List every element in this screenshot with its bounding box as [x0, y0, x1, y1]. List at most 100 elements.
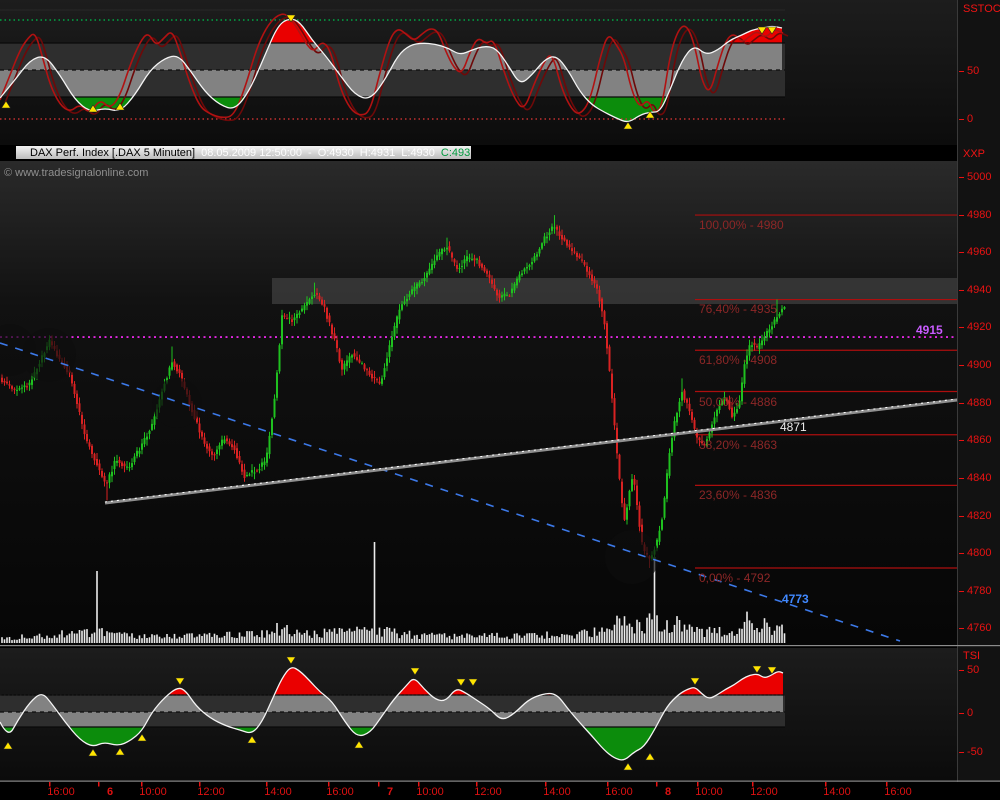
candle [461, 266, 463, 267]
candle [499, 293, 501, 297]
trading-app-window: DAX Perf. Index [.DAX 5 Minuten] 08.05.2… [0, 0, 1000, 800]
volume-bar [206, 634, 208, 643]
candle [154, 416, 156, 425]
candle [121, 463, 123, 467]
volume-bar [779, 626, 781, 643]
volume-bar [204, 634, 206, 644]
candle [779, 314, 781, 317]
candle [316, 293, 318, 295]
chart-canvas[interactable] [0, 0, 1000, 800]
volume-bar [111, 633, 113, 644]
candle [251, 470, 253, 472]
candle [489, 275, 491, 278]
volume-bar [369, 631, 371, 643]
volume-bar [286, 625, 288, 643]
candle [271, 419, 273, 435]
candle [446, 248, 448, 250]
candle [531, 262, 533, 264]
candle [274, 399, 276, 418]
candle [311, 297, 313, 300]
candle [764, 337, 766, 341]
volume-bar [166, 634, 168, 643]
candle [6, 382, 8, 384]
candle [226, 438, 228, 441]
candle [286, 318, 288, 319]
volume-bar [231, 637, 233, 643]
candle [346, 360, 348, 366]
candle [419, 282, 421, 286]
volume-bar [456, 637, 458, 643]
candle [476, 259, 478, 260]
candle [359, 360, 361, 363]
volume-bar [59, 634, 61, 643]
volume-bar [579, 632, 581, 643]
candle [456, 265, 458, 269]
candle [261, 463, 263, 467]
candle [529, 265, 531, 267]
volume-bar [766, 623, 768, 643]
volume-bar [104, 636, 106, 643]
volume-bar [376, 635, 378, 643]
volume-bar [356, 627, 358, 643]
candle [491, 280, 493, 284]
candle [336, 340, 338, 348]
volume-bar [186, 634, 188, 643]
chart-titlebar[interactable]: DAX Perf. Index [.DAX 5 Minuten] 08.05.2… [16, 146, 471, 159]
trendline-label-4871: 4871 [780, 420, 807, 434]
volume-bar [706, 629, 708, 643]
volume-bar [434, 635, 436, 643]
volume-bar [64, 637, 66, 643]
time-label: 16:00 [47, 786, 75, 798]
volume-bar [154, 635, 156, 643]
volume-bar [611, 630, 613, 643]
volume-bar [544, 639, 546, 643]
candle [149, 431, 151, 434]
candle [384, 368, 386, 377]
volume-bar [129, 636, 131, 643]
volume-bar [441, 634, 443, 643]
volume-bar [524, 636, 526, 643]
volume-bar [361, 630, 363, 644]
volume-bar [94, 633, 96, 644]
volume-bar [646, 618, 648, 643]
candle [309, 299, 311, 303]
volume-bar [109, 633, 111, 644]
candle [414, 287, 416, 291]
volume-bar [509, 639, 511, 643]
volume-bar [209, 633, 211, 643]
candle [581, 260, 583, 261]
candle [84, 425, 86, 435]
volume-bar [594, 628, 596, 644]
volume-bar [239, 633, 241, 644]
time-label: 12:00 [197, 786, 225, 798]
candle [481, 264, 483, 268]
volume-bar [416, 635, 418, 643]
time-label: 16:00 [884, 786, 912, 798]
candle [544, 236, 546, 243]
price-tick: 4920 [959, 321, 991, 333]
volume-bar [614, 625, 616, 643]
volume-bar [449, 636, 451, 643]
volume-bar [561, 634, 563, 643]
volume-bar [609, 629, 611, 643]
candle [306, 302, 308, 306]
candle [314, 295, 316, 296]
candle [304, 305, 306, 310]
candle [221, 440, 223, 446]
candle [619, 455, 621, 479]
price-tick: 5000 [959, 171, 991, 183]
volume-bar [254, 636, 256, 643]
volume-bar [469, 634, 471, 643]
candle [29, 383, 31, 386]
pane-label-tsi: TSI [963, 650, 980, 662]
volume-bar [116, 633, 118, 643]
candle [366, 369, 368, 370]
volume-bar [101, 628, 103, 643]
volume-bar [214, 634, 216, 643]
volume-bar [31, 639, 33, 643]
candle [666, 473, 668, 499]
volume-bar [26, 639, 28, 643]
candle [144, 438, 146, 444]
volume-bar [419, 639, 421, 643]
candle [594, 280, 596, 284]
